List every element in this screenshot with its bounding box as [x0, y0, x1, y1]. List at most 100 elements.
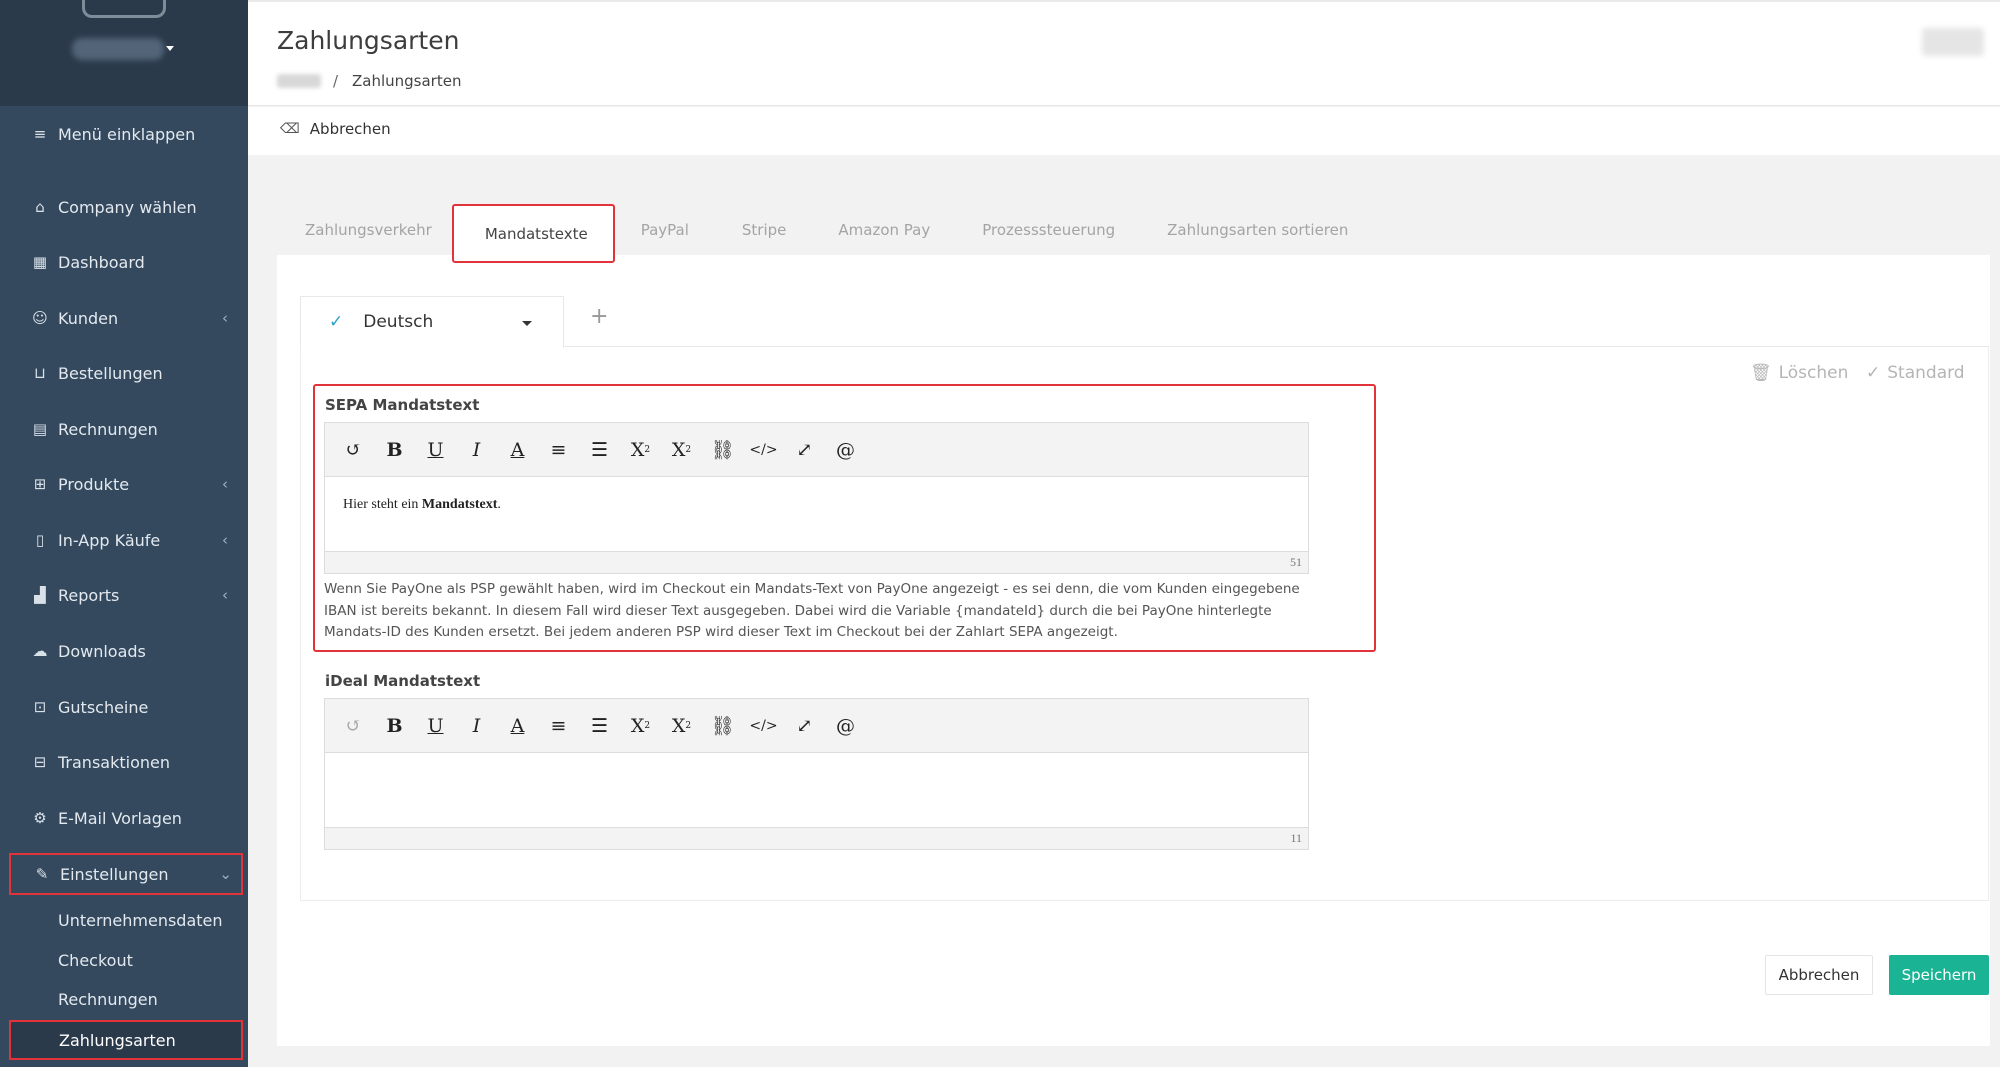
sepa-label: SEPA Mandatstext — [325, 396, 480, 414]
page-title: Zahlungsarten — [277, 26, 460, 55]
ideal-char-count: 11 — [325, 827, 1308, 849]
home-icon: ⌂ — [35, 198, 45, 216]
grid-icon: ▦ — [32, 253, 48, 271]
subscript-icon[interactable]: X2 — [620, 709, 661, 743]
sepa-editor: ↺ B U I A ≡ ☰ X2 X2 ⛓ </> ⤢ @ Hier steht… — [324, 422, 1309, 574]
tab-amazon-pay[interactable]: Amazon Pay — [812, 204, 956, 256]
code-icon[interactable]: </> — [743, 433, 784, 467]
sidebar-subitem-checkout[interactable]: Checkout — [58, 951, 133, 970]
sidebar-item-downloads[interactable]: ☁ Downloads — [0, 629, 248, 673]
sidebar-item-label: Bestellungen — [58, 363, 163, 383]
fullscreen-icon[interactable]: ⤢ — [784, 433, 825, 467]
invoice-icon: ▤ — [32, 420, 48, 438]
sepa-help-text: Wenn Sie PayOne als PSP gewählt haben, w… — [324, 581, 1300, 640]
breadcrumb-separator: / — [333, 72, 339, 90]
sidebar-item-label: Kunden — [58, 308, 119, 328]
ideal-toolbar: ↺ B U I A ≡ ☰ X2 X2 ⛓ </> ⤢ @ — [325, 699, 1308, 753]
tab-mandatstexte[interactable]: Mandatstexte — [451, 204, 615, 263]
sidebar-item-gutscheine[interactable]: ⊡ Gutscheine — [0, 685, 248, 729]
sidebar-item-rechnungen[interactable]: ▤ Rechnungen — [0, 407, 248, 451]
tab-zahlungsverkehr[interactable]: Zahlungsverkehr — [277, 204, 452, 256]
caret-down-icon[interactable] — [166, 46, 174, 51]
trash-icon: 🗑︎ — [1750, 363, 1772, 383]
sidebar-item-transaktionen[interactable]: ⊟ Transaktionen — [0, 740, 248, 784]
collapse-menu-button[interactable]: ≡ Menü einklappen — [0, 112, 248, 156]
ideal-content[interactable] — [325, 753, 1308, 827]
sidebar-item-label: Einstellungen — [60, 864, 169, 884]
sidebar-item-in-app[interactable]: ▯ In-App Käufe ‹ — [0, 518, 248, 562]
sidebar-item-dashboard[interactable]: ▦ Dashboard — [0, 240, 248, 284]
sidebar: ≡ Menü einklappen ⌂ Company wählen ▦ Das… — [0, 0, 248, 1067]
basket-icon: ⊔ — [34, 364, 46, 382]
breadcrumb-home-blurred[interactable] — [277, 74, 321, 88]
sidebar-header — [0, 0, 248, 106]
wrench-icon: ✎ — [35, 865, 49, 883]
bold-icon[interactable]: B — [374, 433, 415, 467]
text-color-icon[interactable]: A — [497, 433, 538, 467]
sidebar-item-company[interactable]: ⌂ Company wählen — [0, 185, 248, 229]
sidebar-item-label: Rechnungen — [58, 419, 158, 439]
chart-icon: ▟ — [34, 586, 46, 604]
chevron-left-icon: ‹ — [222, 586, 228, 604]
sepa-content[interactable]: Hier steht ein Mandatstext. — [325, 477, 1308, 551]
superscript-icon[interactable]: X2 — [661, 433, 702, 467]
tab-bar: Zahlungsverkehr Mandatstexte PayPal Stri… — [277, 204, 1368, 263]
set-default-button[interactable]: ✓ Standard — [1866, 363, 1965, 383]
sidebar-subitem-unternehmensdaten[interactable]: Unternehmensdaten — [58, 911, 223, 930]
sidebar-item-produkte[interactable]: ⊞ Produkte ‹ — [0, 462, 248, 506]
code-icon[interactable]: </> — [743, 709, 784, 743]
cancel-top-button[interactable]: ⌫ Abbrechen — [280, 120, 391, 138]
tab-prozesssteuerung[interactable]: Prozesssteuerung — [956, 204, 1141, 256]
check-circle-icon: ✓ — [1866, 363, 1881, 383]
sidebar-item-email-vorlagen[interactable]: ⚙ E-Mail Vorlagen — [0, 796, 248, 840]
align-icon[interactable]: ≡ — [538, 433, 579, 467]
subscript-icon[interactable]: X2 — [620, 433, 661, 467]
underline-icon[interactable]: U — [415, 709, 456, 743]
link-icon[interactable]: ⛓ — [702, 709, 743, 743]
bold-icon[interactable]: B — [374, 709, 415, 743]
mention-icon[interactable]: @ — [825, 709, 866, 743]
sidebar-item-reports[interactable]: ▟ Reports ‹ — [0, 573, 248, 617]
sidebar-item-label: E-Mail Vorlagen — [58, 808, 182, 828]
chevron-left-icon: ‹ — [222, 475, 228, 493]
underline-icon[interactable]: U — [415, 433, 456, 467]
undo-icon[interactable]: ↺ — [333, 433, 374, 467]
fullscreen-icon[interactable]: ⤢ — [784, 709, 825, 743]
user-name-blurred[interactable] — [72, 38, 164, 60]
sidebar-subitem-zahlungsarten[interactable]: Zahlungsarten — [9, 1020, 243, 1060]
user-menu-blurred[interactable] — [1922, 28, 1984, 56]
sepa-content-prefix: Hier steht ein — [343, 497, 422, 512]
tab-paypal[interactable]: PayPal — [615, 204, 716, 256]
mention-icon[interactable]: @ — [825, 433, 866, 467]
ordered-list-icon[interactable]: ☰ — [579, 709, 620, 743]
italic-icon[interactable]: I — [456, 709, 497, 743]
chevron-left-icon: ‹ — [222, 309, 228, 327]
tab-stripe[interactable]: Stripe — [716, 204, 813, 256]
text-color-icon[interactable]: A — [497, 709, 538, 743]
align-icon[interactable]: ≡ — [538, 709, 579, 743]
sidebar-item-label: Company wählen — [58, 197, 197, 217]
add-language-button[interactable]: + — [590, 304, 608, 329]
delete-button[interactable]: 🗑︎ Löschen — [1750, 363, 1848, 383]
cancel-button[interactable]: Abbrechen — [1765, 955, 1873, 995]
save-button[interactable]: Speichern — [1889, 955, 1989, 995]
language-dropdown[interactable]: ✓ Deutsch — [300, 296, 564, 348]
default-label: Standard — [1887, 363, 1965, 383]
undo-icon[interactable]: ↺ — [333, 709, 374, 743]
link-icon[interactable]: ⛓ — [702, 433, 743, 467]
tab-zahlungsarten-sortieren[interactable]: Zahlungsarten sortieren — [1141, 204, 1368, 256]
sidebar-item-kunden[interactable]: ☺ Kunden ‹ — [0, 296, 248, 340]
chevron-down-icon: ⌄ — [219, 865, 232, 883]
italic-icon[interactable]: I — [456, 433, 497, 467]
caret-down-icon — [522, 321, 532, 326]
sidebar-item-bestellungen[interactable]: ⊔ Bestellungen — [0, 351, 248, 395]
sidebar-subitem-rechnungen[interactable]: Rechnungen — [58, 990, 158, 1009]
superscript-icon[interactable]: X2 — [661, 709, 702, 743]
hamburger-icon: ≡ — [33, 125, 47, 143]
sidebar-item-label: Downloads — [58, 641, 146, 661]
sidebar-item-label: Transaktionen — [58, 752, 170, 772]
sepa-content-suffix: . — [497, 497, 501, 512]
sidebar-item-einstellungen[interactable]: ✎ Einstellungen ⌄ — [9, 853, 243, 895]
ordered-list-icon[interactable]: ☰ — [579, 433, 620, 467]
language-selected: Deutsch — [363, 312, 434, 332]
